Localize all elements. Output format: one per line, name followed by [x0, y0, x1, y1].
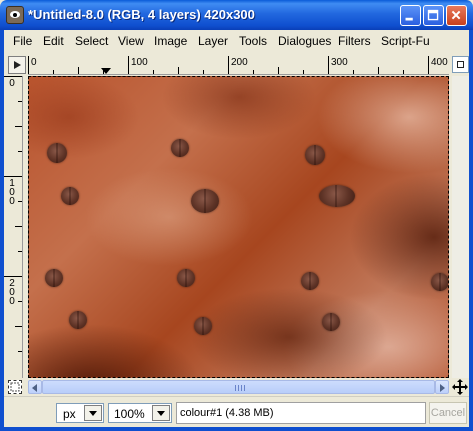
texture-spot [47, 143, 67, 163]
chevron-down-icon [89, 411, 97, 416]
minimize-button[interactable] [400, 5, 421, 26]
texture-spot [322, 313, 340, 331]
menu-edit[interactable]: Edit [43, 34, 64, 48]
navigate-button[interactable] [452, 56, 469, 73]
zoom-value: 100% [114, 407, 145, 421]
texture-spot [305, 145, 325, 165]
menu-bar: File Edit Select View Image Layer Tools … [4, 30, 469, 52]
zoom-dropdown-button[interactable] [152, 405, 170, 421]
hruler-label-400: 400 [431, 57, 448, 68]
window-title: *Untitled-8.0 (RGB, 4 layers) 420x300 [28, 7, 255, 22]
unit-select[interactable]: px [56, 403, 104, 423]
hruler-label-0: 0 [31, 57, 37, 68]
hruler-label-100: 100 [131, 57, 148, 68]
grip-icon [235, 385, 245, 391]
status-message-text: colour#1 (4.38 MB) [180, 407, 274, 419]
status-message: colour#1 (4.38 MB) [176, 402, 426, 424]
quick-mask-toggle[interactable] [8, 380, 22, 394]
close-button[interactable] [446, 5, 467, 26]
hruler-label-200: 200 [231, 57, 248, 68]
texture-spot [45, 269, 63, 287]
window-frame-bottom [0, 427, 473, 431]
status-bar: px 100% colour#1 (4.38 MB) Cancel [4, 396, 469, 428]
texture-spot [69, 311, 87, 329]
scroll-left-button[interactable] [28, 380, 42, 394]
vruler-label-0: 0 [9, 78, 15, 89]
vruler-label-100: 100 [9, 178, 15, 207]
quick-mask-icon [10, 382, 20, 392]
scroll-right-button[interactable] [435, 380, 449, 394]
vruler-label-200: 200 [9, 278, 15, 307]
hruler-label-300: 300 [331, 57, 348, 68]
menu-layer[interactable]: Layer [198, 34, 228, 48]
menu-select[interactable]: Select [75, 34, 108, 48]
texture-spot [194, 317, 212, 335]
horizontal-scroll-thumb[interactable] [42, 380, 435, 394]
ruler-position-pointer [101, 68, 111, 74]
menu-filters[interactable]: Filters [338, 34, 371, 48]
texture-spot [171, 139, 189, 157]
title-bar: *Untitled-8.0 (RGB, 4 layers) 420x300 [0, 0, 473, 30]
gimp-app-icon[interactable] [6, 6, 24, 24]
texture-spot [61, 187, 79, 205]
menu-view[interactable]: View [118, 34, 144, 48]
vertical-ruler[interactable]: 0 100 200 [4, 76, 23, 378]
arrow-left-icon [32, 384, 37, 392]
chevron-down-icon [157, 411, 165, 416]
menu-image[interactable]: Image [154, 34, 187, 48]
texture-spot [319, 185, 355, 207]
menu-file[interactable]: File [13, 34, 32, 48]
unit-value: px [63, 407, 76, 421]
horizontal-scrollbar[interactable] [28, 380, 449, 394]
unit-dropdown-button[interactable] [84, 405, 102, 421]
cancel-button[interactable]: Cancel [429, 402, 467, 424]
texture-spot [177, 269, 195, 287]
image-menu-button[interactable] [8, 56, 26, 74]
texture-spot [191, 189, 219, 213]
maximize-button[interactable] [423, 5, 444, 26]
menu-dialogues[interactable]: Dialogues [278, 34, 331, 48]
navigate-icon [457, 61, 464, 68]
arrow-right-icon [440, 384, 445, 392]
horizontal-ruler[interactable]: 0 100 200 300 400 [28, 56, 449, 75]
texture-spot [301, 272, 319, 290]
minimize-icon [405, 17, 413, 21]
texture-spot [431, 273, 448, 291]
image-canvas[interactable] [28, 76, 449, 378]
maximize-icon [427, 9, 439, 21]
menu-script-fu[interactable]: Script-Fu [381, 34, 430, 48]
window-frame-right [469, 30, 473, 431]
close-icon [451, 10, 461, 20]
zoom-select[interactable]: 100% [108, 403, 172, 423]
vertical-scrollbar[interactable] [452, 76, 469, 378]
menu-tools[interactable]: Tools [239, 34, 267, 48]
move-arrows-icon[interactable] [451, 378, 469, 396]
triangle-right-icon [14, 61, 21, 69]
